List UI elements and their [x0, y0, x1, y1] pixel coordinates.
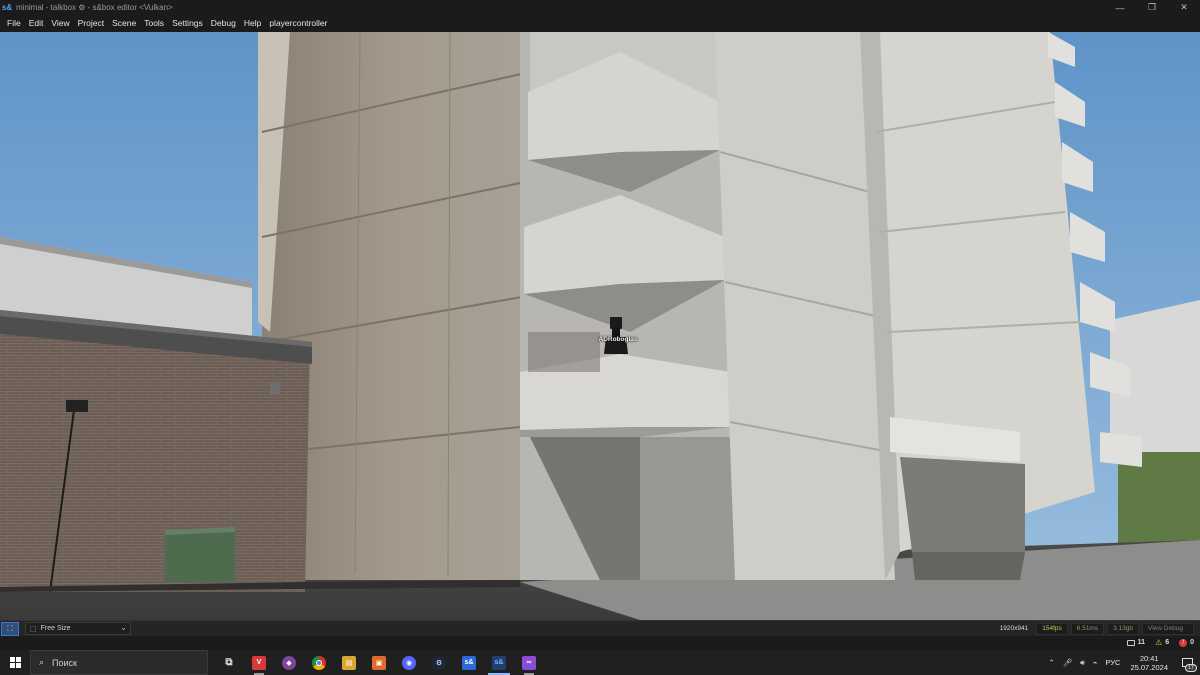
taskbar-app-steam[interactable]: ⚙	[424, 650, 454, 675]
messages-count: 11	[1137, 639, 1146, 646]
taskbar-app-discord[interactable]: ◉	[394, 650, 424, 675]
viewport-size-value: Free Size	[40, 625, 71, 632]
visual-studio-icon: ∞	[522, 655, 536, 670]
network-icon[interactable]: ⌁	[1089, 658, 1102, 667]
search-icon: ⌕	[39, 657, 45, 667]
errors-counter[interactable]: ! 0	[1179, 638, 1194, 647]
notification-center-button[interactable]: 17	[1174, 650, 1200, 675]
folder-icon: ▤	[342, 655, 356, 670]
windows-taskbar: ⌕ Поиск ⧉ V ◆ ▤ ▣ ◉ ⚙ s& s& ∞ ⌃ 🎤︎ 🔊︎ ⌁ …	[0, 650, 1200, 675]
menu-help[interactable]: Help	[240, 15, 265, 32]
app-orange-icon: ▣	[372, 655, 386, 670]
viewport-toolbar: ⛶ ⬚ Free Size ⌄ 1920x941 154fps 6.51ms 3…	[0, 620, 1200, 636]
start-button[interactable]	[0, 650, 30, 675]
clock[interactable]: 20:41 25.07.2024	[1124, 654, 1174, 672]
taskbar-apps: ⧉ V ◆ ▤ ▣ ◉ ⚙ s& s& ∞	[214, 650, 544, 675]
task-view-button[interactable]: ⧉	[214, 650, 244, 675]
taskbar-app-chrome[interactable]	[304, 650, 334, 675]
taskbar-app-orange[interactable]: ▣	[364, 650, 394, 675]
volume-icon[interactable]: 🔊︎	[1076, 658, 1089, 668]
windows-logo-icon	[9, 657, 21, 668]
scene-render	[0, 32, 1200, 620]
menu-bar: File Edit View Project Scene Tools Setti…	[0, 15, 1200, 32]
errors-count: 0	[1190, 639, 1194, 646]
taskbar-app-visual-studio[interactable]: ∞	[514, 650, 544, 675]
warnings-counter[interactable]: ⚠ 6	[1155, 638, 1169, 647]
clock-date: 25.07.2024	[1130, 662, 1168, 672]
window-title: minimal - talkbox ⚙ - s&box editor <Vulk…	[16, 3, 173, 12]
restore-button[interactable]: ❐	[1136, 0, 1168, 15]
resolution-readout: 1920x941	[999, 625, 1029, 632]
language-indicator[interactable]: РУС	[1101, 658, 1124, 667]
tor-icon: ◆	[282, 655, 296, 670]
menu-playercontroller[interactable]: playercontroller	[265, 15, 331, 32]
screen-size-icon: ⬚	[30, 625, 37, 633]
fps-readout: 154fps	[1036, 622, 1068, 635]
discord-icon: ◉	[402, 655, 416, 670]
messages-counter[interactable]: 11	[1126, 639, 1146, 646]
menu-project[interactable]: Project	[74, 15, 108, 32]
microphone-icon[interactable]: 🎤︎	[1059, 658, 1077, 667]
taskbar-search[interactable]: ⌕ Поиск	[30, 650, 208, 675]
menu-tools[interactable]: Tools	[140, 15, 168, 32]
menu-file[interactable]: File	[3, 15, 25, 32]
taskbar-app-vivaldi[interactable]: V	[244, 650, 274, 675]
expand-icon[interactable]: ⛶	[1, 621, 19, 636]
taskbar-app-file-explorer[interactable]: ▤	[334, 650, 364, 675]
editor-status-bar: 11 ⚠ 6 ! 0	[0, 636, 1200, 650]
error-icon: !	[1179, 638, 1188, 647]
viewport-size-select[interactable]: ⬚ Free Size ⌄	[25, 622, 131, 635]
system-tray: ⌃ 🎤︎ 🔊︎ ⌁ РУС 20:41 25.07.2024 17	[1044, 650, 1200, 675]
menu-settings[interactable]: Settings	[168, 15, 207, 32]
vivaldi-icon: V	[252, 655, 266, 670]
menu-view[interactable]: View	[47, 15, 73, 32]
menu-debug[interactable]: Debug	[207, 15, 240, 32]
chrome-icon	[312, 655, 326, 670]
warning-icon: ⚠	[1155, 638, 1163, 647]
minimize-button[interactable]: —	[1104, 0, 1136, 15]
menu-edit[interactable]: Edit	[25, 15, 48, 32]
warnings-count: 6	[1165, 639, 1170, 646]
performance-stats: 1920x941 154fps 6.51ms 3.13gb View Debug	[995, 622, 1194, 635]
console-counters: 11 ⚠ 6 ! 0	[1126, 638, 1194, 647]
game-viewport[interactable]: ADRoboglas	[0, 32, 1200, 620]
title-bar: s& minimal - talkbox ⚙ - s&box editor <V…	[0, 0, 1200, 15]
player-nametag: ADRoboglas	[598, 336, 638, 343]
task-view-icon: ⧉	[222, 655, 236, 670]
search-placeholder: Поиск	[52, 657, 77, 668]
taskbar-app-sbox-editor[interactable]: s&	[484, 650, 514, 675]
clock-time: 20:41	[1139, 653, 1159, 663]
sbox-icon: s&	[462, 655, 476, 670]
sbox-editor-icon: s&	[492, 655, 506, 670]
frame-time-readout: 6.51ms	[1070, 622, 1105, 635]
menu-scene[interactable]: Scene	[108, 15, 140, 32]
tray-overflow-chevron-icon[interactable]: ⌃	[1044, 658, 1058, 667]
taskbar-app-sbox[interactable]: s&	[454, 650, 484, 675]
notification-count: 17	[1184, 664, 1197, 672]
steam-icon: ⚙	[432, 655, 446, 670]
taskbar-app-tor[interactable]: ◆	[274, 650, 304, 675]
chevron-down-icon: ⌄	[120, 623, 127, 632]
memory-readout: 3.13gb	[1107, 622, 1139, 635]
sbox-logo-icon: s&	[1, 3, 13, 12]
window-controls: — ❐ ✕	[1104, 0, 1200, 15]
view-debug-button[interactable]: View Debug	[1142, 622, 1194, 635]
close-button[interactable]: ✕	[1168, 0, 1200, 15]
message-icon	[1126, 639, 1135, 646]
